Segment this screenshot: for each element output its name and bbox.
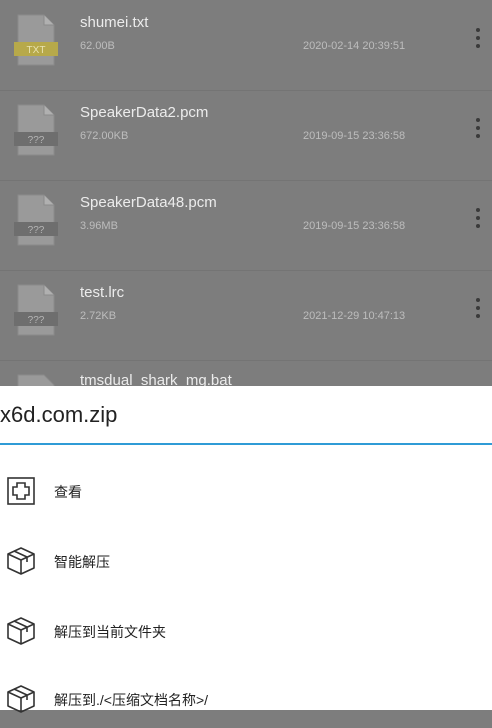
sheet-divider (0, 443, 492, 445)
unknown-file-icon: ??? (14, 194, 58, 246)
file-date: 2019-09-15 23:36:58 (303, 220, 406, 232)
more-options-icon[interactable] (470, 118, 486, 146)
file-row[interactable]: TXT shumei.txt 62.00B 2020-02-14 20:39:5… (0, 0, 492, 91)
extract-here-action[interactable]: 解压到当前文件夹 (0, 600, 492, 660)
more-options-icon[interactable] (470, 298, 486, 326)
action-label: 解压到当前文件夹 (54, 624, 166, 640)
sheet-title: x6d.com.zip (0, 402, 118, 427)
file-name: shumei.txt (80, 14, 149, 31)
package-icon (7, 547, 35, 575)
action-label: 查看 (54, 484, 82, 500)
file-name: SpeakerData48.pcm (80, 194, 217, 211)
package-icon (7, 617, 35, 645)
more-options-icon[interactable] (470, 28, 486, 56)
svg-text:???: ??? (28, 315, 45, 326)
unknown-file-icon: ??? (14, 104, 58, 156)
extract-to-folder-action[interactable]: 解压到./<压缩文档名称>/ (0, 668, 492, 728)
view-action[interactable]: 查看 (0, 460, 492, 520)
more-options-icon[interactable] (470, 208, 486, 236)
txt-file-icon: TXT (14, 14, 58, 66)
file-size: 2.72KB (80, 310, 117, 322)
file-row[interactable]: ??? test.lrc 2.72KB 2021-12-29 10:47:13 (0, 270, 492, 361)
file-date: 2021-12-29 10:47:13 (303, 310, 406, 322)
file-name: test.lrc (80, 284, 125, 301)
archive-action-sheet: x6d.com.zip 查看 智能解压 解压到当前文件夹 解压到./<压缩文档名… (0, 386, 492, 713)
file-date: 2020-02-14 20:39:51 (303, 40, 406, 52)
file-size: 672.00KB (80, 130, 129, 142)
file-size: 62.00B (80, 40, 115, 52)
action-label: 智能解压 (54, 554, 110, 570)
svg-text:???: ??? (28, 135, 45, 146)
file-row[interactable]: ??? SpeakerData48.pcm 3.96MB 2019-09-15 … (0, 180, 492, 271)
svg-text:TXT: TXT (27, 45, 46, 56)
file-list: TXT shumei.txt 62.00B 2020-02-14 20:39:5… (0, 0, 492, 426)
smart-extract-action[interactable]: 智能解压 (0, 530, 492, 590)
plus-box-icon (7, 477, 35, 505)
file-date: 2019-09-15 23:36:58 (303, 130, 406, 142)
file-row[interactable]: ??? SpeakerData2.pcm 672.00KB 2019-09-15… (0, 90, 492, 181)
action-label: 解压到./<压缩文档名称>/ (54, 692, 209, 708)
unknown-file-icon: ??? (14, 284, 58, 336)
svg-text:???: ??? (28, 225, 45, 236)
file-name: SpeakerData2.pcm (80, 104, 209, 121)
file-size: 3.96MB (80, 220, 118, 232)
